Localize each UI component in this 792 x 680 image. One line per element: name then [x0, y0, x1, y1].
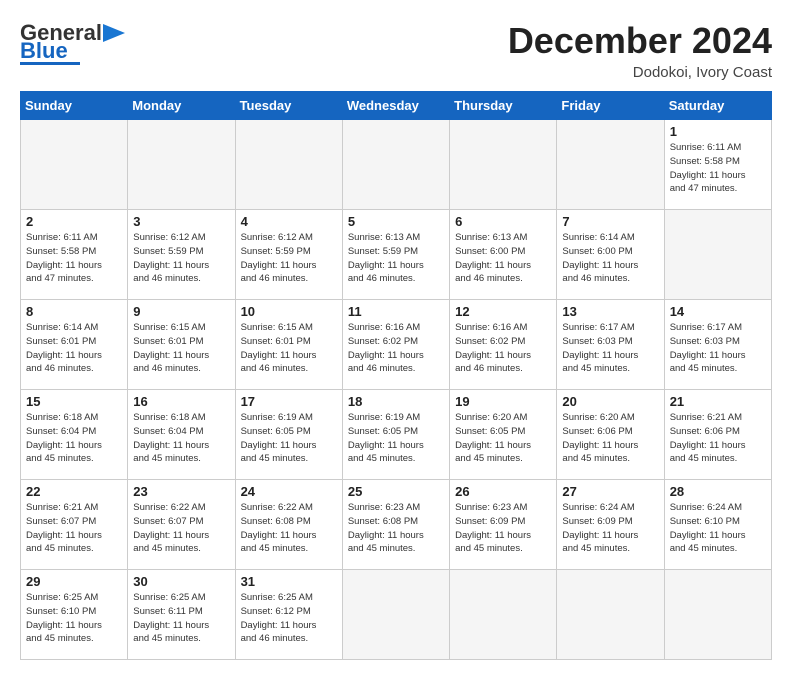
header-wednesday: Wednesday — [342, 92, 449, 120]
month-title: December 2024 — [508, 20, 772, 62]
calendar-cell-empty — [342, 570, 449, 660]
calendar-cell-17: 17Sunrise: 6:19 AMSunset: 6:05 PMDayligh… — [235, 390, 342, 480]
calendar-cell-6: 6Sunrise: 6:13 AMSunset: 6:00 PMDaylight… — [450, 210, 557, 300]
calendar-cell-empty — [450, 120, 557, 210]
logo-arrow-icon — [103, 24, 125, 42]
calendar-cell-empty — [664, 570, 771, 660]
calendar-cell-empty — [557, 120, 664, 210]
calendar-cell-empty — [342, 120, 449, 210]
calendar-cell-11: 11Sunrise: 6:16 AMSunset: 6:02 PMDayligh… — [342, 300, 449, 390]
header-tuesday: Tuesday — [235, 92, 342, 120]
title-block: December 2024 Dodokoi, Ivory Coast — [508, 20, 772, 81]
page-header: General Blue December 2024 Dodokoi, Ivor… — [20, 20, 772, 81]
calendar-cell-15: 15Sunrise: 6:18 AMSunset: 6:04 PMDayligh… — [21, 390, 128, 480]
calendar-cell-9: 9Sunrise: 6:15 AMSunset: 6:01 PMDaylight… — [128, 300, 235, 390]
calendar-cell-27: 27Sunrise: 6:24 AMSunset: 6:09 PMDayligh… — [557, 480, 664, 570]
calendar-cell-22: 22Sunrise: 6:21 AMSunset: 6:07 PMDayligh… — [21, 480, 128, 570]
week-row: 29Sunrise: 6:25 AMSunset: 6:10 PMDayligh… — [21, 570, 772, 660]
calendar-cell-empty — [21, 120, 128, 210]
calendar-cell-empty — [557, 570, 664, 660]
week-row: 8Sunrise: 6:14 AMSunset: 6:01 PMDaylight… — [21, 300, 772, 390]
logo-underline — [20, 62, 80, 65]
header-saturday: Saturday — [664, 92, 771, 120]
calendar-cell-24: 24Sunrise: 6:22 AMSunset: 6:08 PMDayligh… — [235, 480, 342, 570]
header-sunday: Sunday — [21, 92, 128, 120]
calendar-cell-18: 18Sunrise: 6:19 AMSunset: 6:05 PMDayligh… — [342, 390, 449, 480]
location: Dodokoi, Ivory Coast — [508, 64, 772, 81]
calendar-cell-29: 29Sunrise: 6:25 AMSunset: 6:10 PMDayligh… — [21, 570, 128, 660]
calendar-cell-26: 26Sunrise: 6:23 AMSunset: 6:09 PMDayligh… — [450, 480, 557, 570]
calendar-cell-19: 19Sunrise: 6:20 AMSunset: 6:05 PMDayligh… — [450, 390, 557, 480]
calendar-cell-1: 1Sunrise: 6:11 AMSunset: 5:58 PMDaylight… — [664, 120, 771, 210]
calendar-cell-8: 8Sunrise: 6:14 AMSunset: 6:01 PMDaylight… — [21, 300, 128, 390]
calendar-cell-25: 25Sunrise: 6:23 AMSunset: 6:08 PMDayligh… — [342, 480, 449, 570]
calendar-cell-empty — [128, 120, 235, 210]
calendar-cell-5: 5Sunrise: 6:13 AMSunset: 5:59 PMDaylight… — [342, 210, 449, 300]
header-monday: Monday — [128, 92, 235, 120]
calendar-cell-13: 13Sunrise: 6:17 AMSunset: 6:03 PMDayligh… — [557, 300, 664, 390]
calendar-header-row: SundayMondayTuesdayWednesdayThursdayFrid… — [21, 92, 772, 120]
calendar-table: SundayMondayTuesdayWednesdayThursdayFrid… — [20, 91, 772, 660]
header-thursday: Thursday — [450, 92, 557, 120]
calendar-cell-31: 31Sunrise: 6:25 AMSunset: 6:12 PMDayligh… — [235, 570, 342, 660]
logo: General Blue — [20, 20, 125, 65]
week-row: 1Sunrise: 6:11 AMSunset: 5:58 PMDaylight… — [21, 120, 772, 210]
week-row: 15Sunrise: 6:18 AMSunset: 6:04 PMDayligh… — [21, 390, 772, 480]
calendar-cell-3: 3Sunrise: 6:12 AMSunset: 5:59 PMDaylight… — [128, 210, 235, 300]
calendar-cell-30: 30Sunrise: 6:25 AMSunset: 6:11 PMDayligh… — [128, 570, 235, 660]
header-friday: Friday — [557, 92, 664, 120]
calendar-cell-20: 20Sunrise: 6:20 AMSunset: 6:06 PMDayligh… — [557, 390, 664, 480]
calendar-cell-empty — [235, 120, 342, 210]
logo-blue-text: Blue — [20, 42, 68, 60]
calendar-cell-empty — [450, 570, 557, 660]
calendar-cell-empty — [664, 210, 771, 300]
week-row: 22Sunrise: 6:21 AMSunset: 6:07 PMDayligh… — [21, 480, 772, 570]
calendar-cell-14: 14Sunrise: 6:17 AMSunset: 6:03 PMDayligh… — [664, 300, 771, 390]
week-row: 2Sunrise: 6:11 AMSunset: 5:58 PMDaylight… — [21, 210, 772, 300]
calendar-cell-16: 16Sunrise: 6:18 AMSunset: 6:04 PMDayligh… — [128, 390, 235, 480]
calendar-cell-12: 12Sunrise: 6:16 AMSunset: 6:02 PMDayligh… — [450, 300, 557, 390]
calendar-cell-23: 23Sunrise: 6:22 AMSunset: 6:07 PMDayligh… — [128, 480, 235, 570]
calendar-cell-2: 2Sunrise: 6:11 AMSunset: 5:58 PMDaylight… — [21, 210, 128, 300]
calendar-cell-21: 21Sunrise: 6:21 AMSunset: 6:06 PMDayligh… — [664, 390, 771, 480]
calendar-cell-7: 7Sunrise: 6:14 AMSunset: 6:00 PMDaylight… — [557, 210, 664, 300]
calendar-cell-10: 10Sunrise: 6:15 AMSunset: 6:01 PMDayligh… — [235, 300, 342, 390]
calendar-cell-28: 28Sunrise: 6:24 AMSunset: 6:10 PMDayligh… — [664, 480, 771, 570]
calendar-cell-4: 4Sunrise: 6:12 AMSunset: 5:59 PMDaylight… — [235, 210, 342, 300]
